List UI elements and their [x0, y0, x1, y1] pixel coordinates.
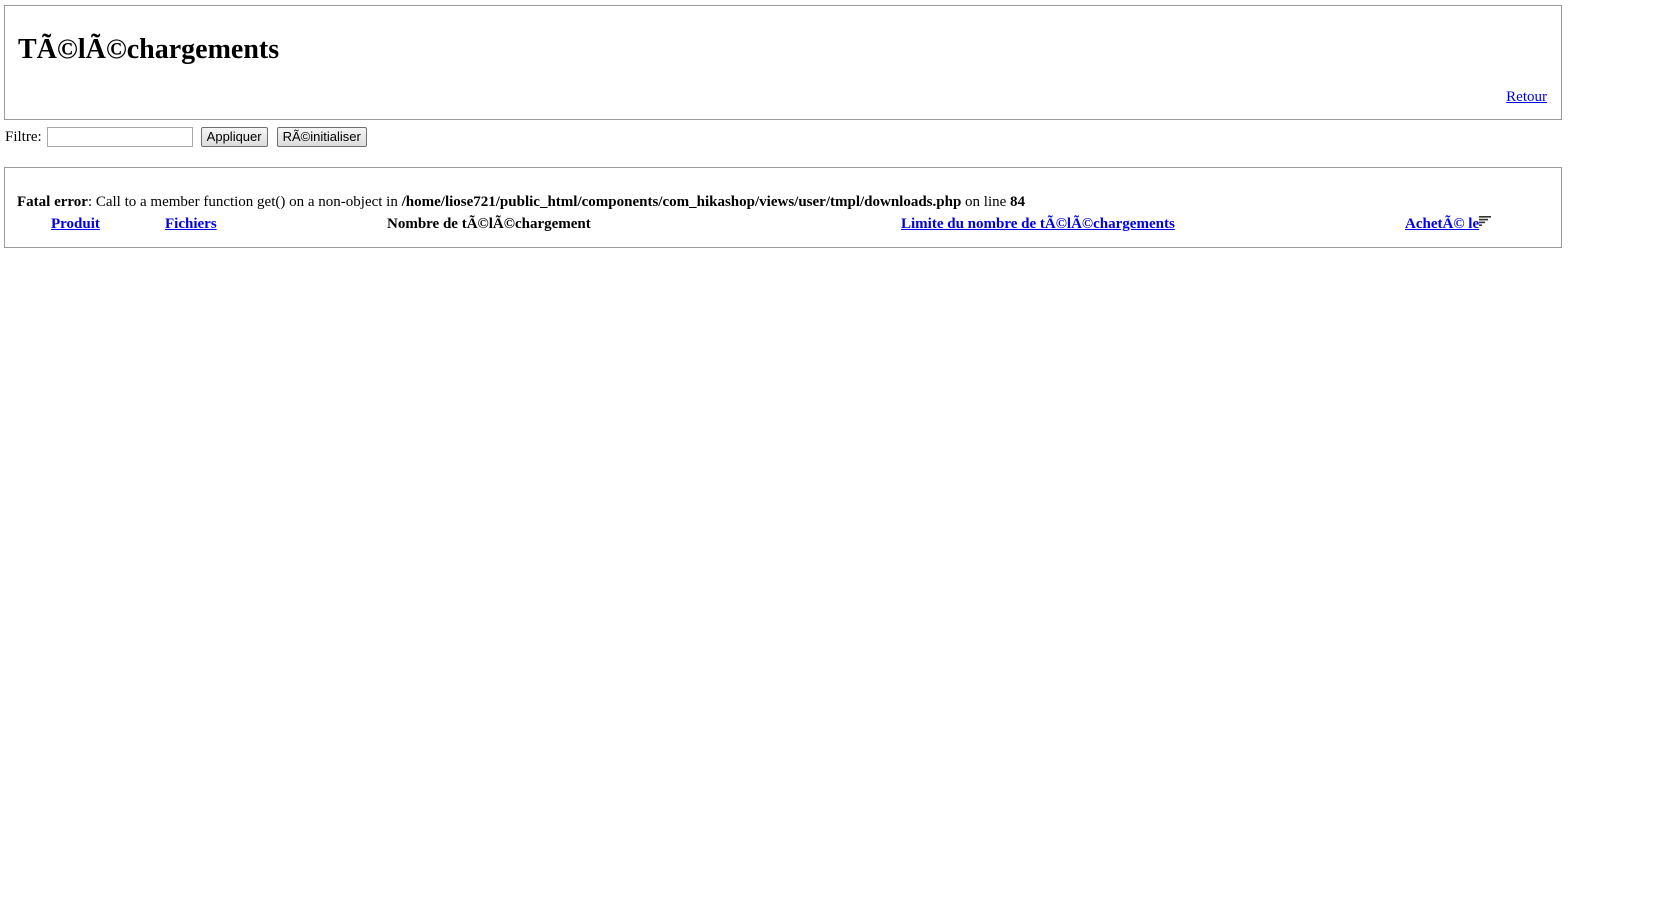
- error-line-text: on line: [961, 194, 1011, 210]
- column-header-download-limit[interactable]: Limite du nombre de tÃ©lÃ©chargements: [901, 216, 1175, 233]
- error-message: Fatal error: Call to a member function g…: [17, 194, 1025, 211]
- downloads-content: Fatal error: Call to a member function g…: [4, 167, 1562, 248]
- error-prefix: Fatal error: [17, 194, 88, 210]
- filter-input[interactable]: [46, 127, 193, 147]
- column-header-purchased-on[interactable]: AchetÃ© le: [1405, 216, 1479, 232]
- back-link[interactable]: Retour: [1506, 89, 1547, 106]
- reset-button[interactable]: RÃ©initialiser: [276, 127, 367, 147]
- error-path: /home/liose721/public_html/components/co…: [401, 194, 962, 210]
- sort-descending-icon[interactable]: [1479, 216, 1492, 226]
- column-header-product[interactable]: Produit: [51, 216, 100, 233]
- column-header-download-count: Nombre de tÃ©lÃ©chargement: [387, 216, 591, 232]
- column-header-files[interactable]: Fichiers: [165, 216, 217, 233]
- apply-button[interactable]: Appliquer: [200, 127, 268, 147]
- page-title: TÃ©lÃ©chargements: [18, 34, 280, 65]
- header-box: TÃ©lÃ©chargements Retour: [4, 5, 1562, 120]
- error-line-number: 84: [1010, 194, 1026, 210]
- filter-label: Filtre:: [5, 128, 42, 145]
- error-text: : Call to a member function get() on a n…: [87, 194, 402, 210]
- filter-bar: Filtre: Appliquer RÃ©initialiser: [5, 126, 376, 148]
- column-header-purchased-on-wrap: AchetÃ© le: [1405, 216, 1492, 233]
